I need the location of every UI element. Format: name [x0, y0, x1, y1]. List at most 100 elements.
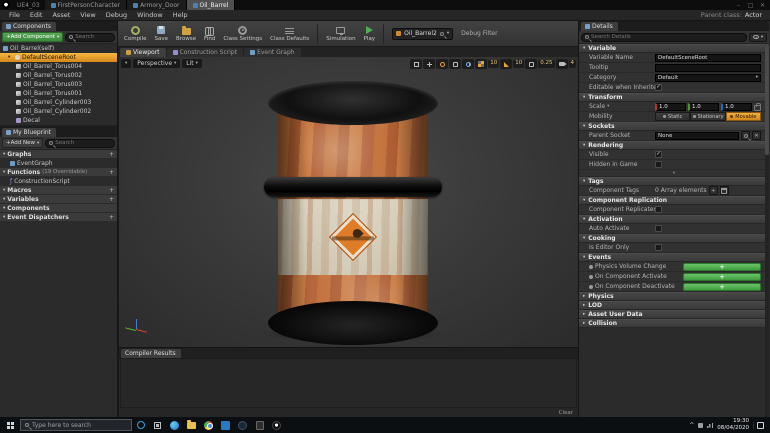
- clear-button[interactable]: Clear: [559, 410, 573, 416]
- tree-item-oil-barrel-self[interactable]: Oil_Barrel(self): [0, 44, 117, 53]
- network-icon[interactable]: [707, 422, 714, 428]
- minimize-button[interactable]: –: [733, 1, 744, 10]
- section-asset-user-data[interactable]: ▸ Asset User Data: [579, 310, 769, 319]
- menu-edit[interactable]: Edit: [25, 11, 48, 19]
- section-activation[interactable]: ▾ Activation: [579, 215, 769, 224]
- myblueprint-tab[interactable]: My Blueprint: [2, 128, 57, 137]
- class-settings-button[interactable]: Class Settings: [223, 25, 262, 42]
- component-replicates-checkbox[interactable]: [655, 206, 662, 213]
- compile-button[interactable]: Compile: [124, 25, 147, 42]
- chevron-down-icon[interactable]: ▾: [8, 55, 13, 60]
- eventgraph-item[interactable]: EventGraph: [0, 159, 117, 168]
- parent-socket-input[interactable]: None: [655, 131, 739, 140]
- edge-button[interactable]: [166, 417, 183, 433]
- variable-name-input[interactable]: [655, 53, 761, 62]
- details-tab[interactable]: Details: [581, 22, 618, 31]
- save-button[interactable]: Save: [155, 25, 168, 42]
- components-searchbox[interactable]: [65, 32, 115, 42]
- chrome-button[interactable]: [200, 417, 217, 433]
- add-on-component-activate-event-button[interactable]: +: [683, 272, 761, 281]
- perspective-dropdown[interactable]: Perspective ▾: [133, 59, 181, 68]
- task-view-button[interactable]: [149, 417, 166, 433]
- grid-snap-value[interactable]: 10: [488, 60, 500, 68]
- scale-x-input[interactable]: 1.0: [655, 102, 686, 111]
- taskbar-searchbox[interactable]: [20, 419, 132, 431]
- close-button[interactable]: ✕: [757, 1, 768, 10]
- grid-snap-button[interactable]: [475, 59, 488, 69]
- scale-mode-button[interactable]: [449, 59, 462, 69]
- section-tags[interactable]: ▾ Tags: [579, 177, 769, 186]
- variables-section-header[interactable]: ▾ Variables +: [0, 195, 117, 204]
- mobility-movable-button[interactable]: Movable: [725, 112, 761, 121]
- graphs-section-header[interactable]: ▾ Graphs +: [0, 150, 117, 159]
- details-searchbox[interactable]: [581, 32, 747, 42]
- class-defaults-button[interactable]: Class Defaults: [270, 25, 309, 42]
- find-button[interactable]: Find: [204, 25, 215, 42]
- menu-view[interactable]: View: [75, 11, 100, 19]
- socket-search-button[interactable]: [741, 131, 750, 140]
- tree-item-defaultsceneroot[interactable]: ▾ DefaultSceneRoot: [0, 53, 117, 62]
- menu-help[interactable]: Help: [168, 11, 193, 19]
- scale-z-input[interactable]: 1.0: [721, 102, 752, 111]
- category-dropdown[interactable]: Default ▾: [655, 73, 761, 82]
- event-dispatchers-section-header[interactable]: ▾ Event Dispatchers +: [0, 213, 117, 222]
- add-graph-button[interactable]: +: [109, 151, 114, 158]
- rotation-snap-value[interactable]: 10: [513, 60, 525, 68]
- tree-item-torus003[interactable]: Oil_Barrel_Torus003: [0, 80, 117, 89]
- tooltip-input[interactable]: [655, 63, 761, 72]
- tab-construction-script[interactable]: Construction Script: [166, 48, 244, 57]
- show-hidden-icons-button[interactable]: ^: [689, 422, 694, 429]
- tab-event-graph[interactable]: Event Graph: [244, 48, 301, 57]
- section-collision[interactable]: ▸ Collision: [579, 319, 769, 328]
- menu-asset[interactable]: Asset: [47, 11, 75, 19]
- tab-oil-barrel[interactable]: Oil_Barrel: [186, 0, 236, 10]
- tree-item-cylinder002[interactable]: Oil_Barrel_Cylinder002: [0, 107, 117, 116]
- ue4-editor-button[interactable]: [268, 417, 285, 433]
- world-local-toggle-button[interactable]: [462, 59, 475, 69]
- maximize-viewport-button[interactable]: [410, 59, 423, 69]
- taskbar-clock[interactable]: 19:30 08/04/2020: [717, 418, 749, 431]
- tree-item-torus004[interactable]: Oil_Barrel_Torus004: [0, 62, 117, 71]
- play-button[interactable]: Play: [364, 25, 375, 42]
- functions-section-header[interactable]: ▾ Functions (19 Overridable) +: [0, 168, 117, 177]
- section-rendering[interactable]: ▾ Rendering: [579, 141, 769, 150]
- view-options-button[interactable]: ▾: [749, 32, 767, 42]
- photos-button[interactable]: [217, 417, 234, 433]
- tab-armory-door[interactable]: Armory_Door: [127, 0, 187, 10]
- add-component-button[interactable]: +Add Component ▾: [2, 32, 64, 42]
- debug-object-dropdown[interactable]: Oil_Barrel2 ▾: [392, 27, 454, 40]
- camera-speed-button[interactable]: [555, 59, 568, 69]
- simulation-button[interactable]: Simulation: [326, 25, 356, 42]
- section-sockets[interactable]: ▾ Sockets: [579, 122, 769, 131]
- socket-clear-button[interactable]: ✕: [752, 131, 761, 140]
- camera-speed-value[interactable]: 4: [568, 60, 576, 68]
- editable-when-inherited-checkbox[interactable]: ✓: [655, 84, 662, 91]
- epic-launcher-button[interactable]: [251, 417, 268, 433]
- add-physics-volume-change-event-button[interactable]: +: [683, 262, 761, 271]
- section-component-replication[interactable]: ▾ Component Replication: [579, 196, 769, 205]
- add-function-button[interactable]: +: [109, 169, 114, 176]
- constructionscript-item[interactable]: ƒ ConstructionScript: [0, 177, 117, 186]
- add-tag-button[interactable]: +: [708, 186, 718, 195]
- mobility-stationary-button[interactable]: Stationary: [690, 112, 726, 121]
- menu-debug[interactable]: Debug: [101, 11, 132, 19]
- viewport-options-button[interactable]: ▾: [121, 59, 132, 68]
- add-new-button[interactable]: +Add New ▾: [2, 138, 44, 148]
- browse-button[interactable]: Browse: [176, 25, 196, 42]
- hidden-in-game-checkbox[interactable]: [655, 161, 662, 168]
- section-variable[interactable]: ▾ Variable: [579, 44, 769, 53]
- mobility-static-button[interactable]: Static: [655, 112, 691, 121]
- maximize-button[interactable]: □: [745, 1, 756, 10]
- components-tab[interactable]: Components: [2, 22, 56, 31]
- scale-snap-button[interactable]: [525, 59, 538, 69]
- details-search-input[interactable]: [591, 34, 743, 40]
- rendering-expander-row[interactable]: ▾: [579, 170, 769, 177]
- lit-dropdown[interactable]: Lit ▾: [182, 59, 202, 68]
- section-transform[interactable]: ▾ Transform: [579, 93, 769, 102]
- rotate-mode-button[interactable]: [436, 59, 449, 69]
- translate-mode-button[interactable]: [423, 59, 436, 69]
- action-center-button[interactable]: [753, 421, 767, 429]
- tree-item-torus002[interactable]: Oil_Barrel_Torus002: [0, 71, 117, 80]
- components-section-header[interactable]: ▾ Components: [0, 204, 117, 213]
- oil-barrel-3d-model[interactable]: [256, 81, 450, 345]
